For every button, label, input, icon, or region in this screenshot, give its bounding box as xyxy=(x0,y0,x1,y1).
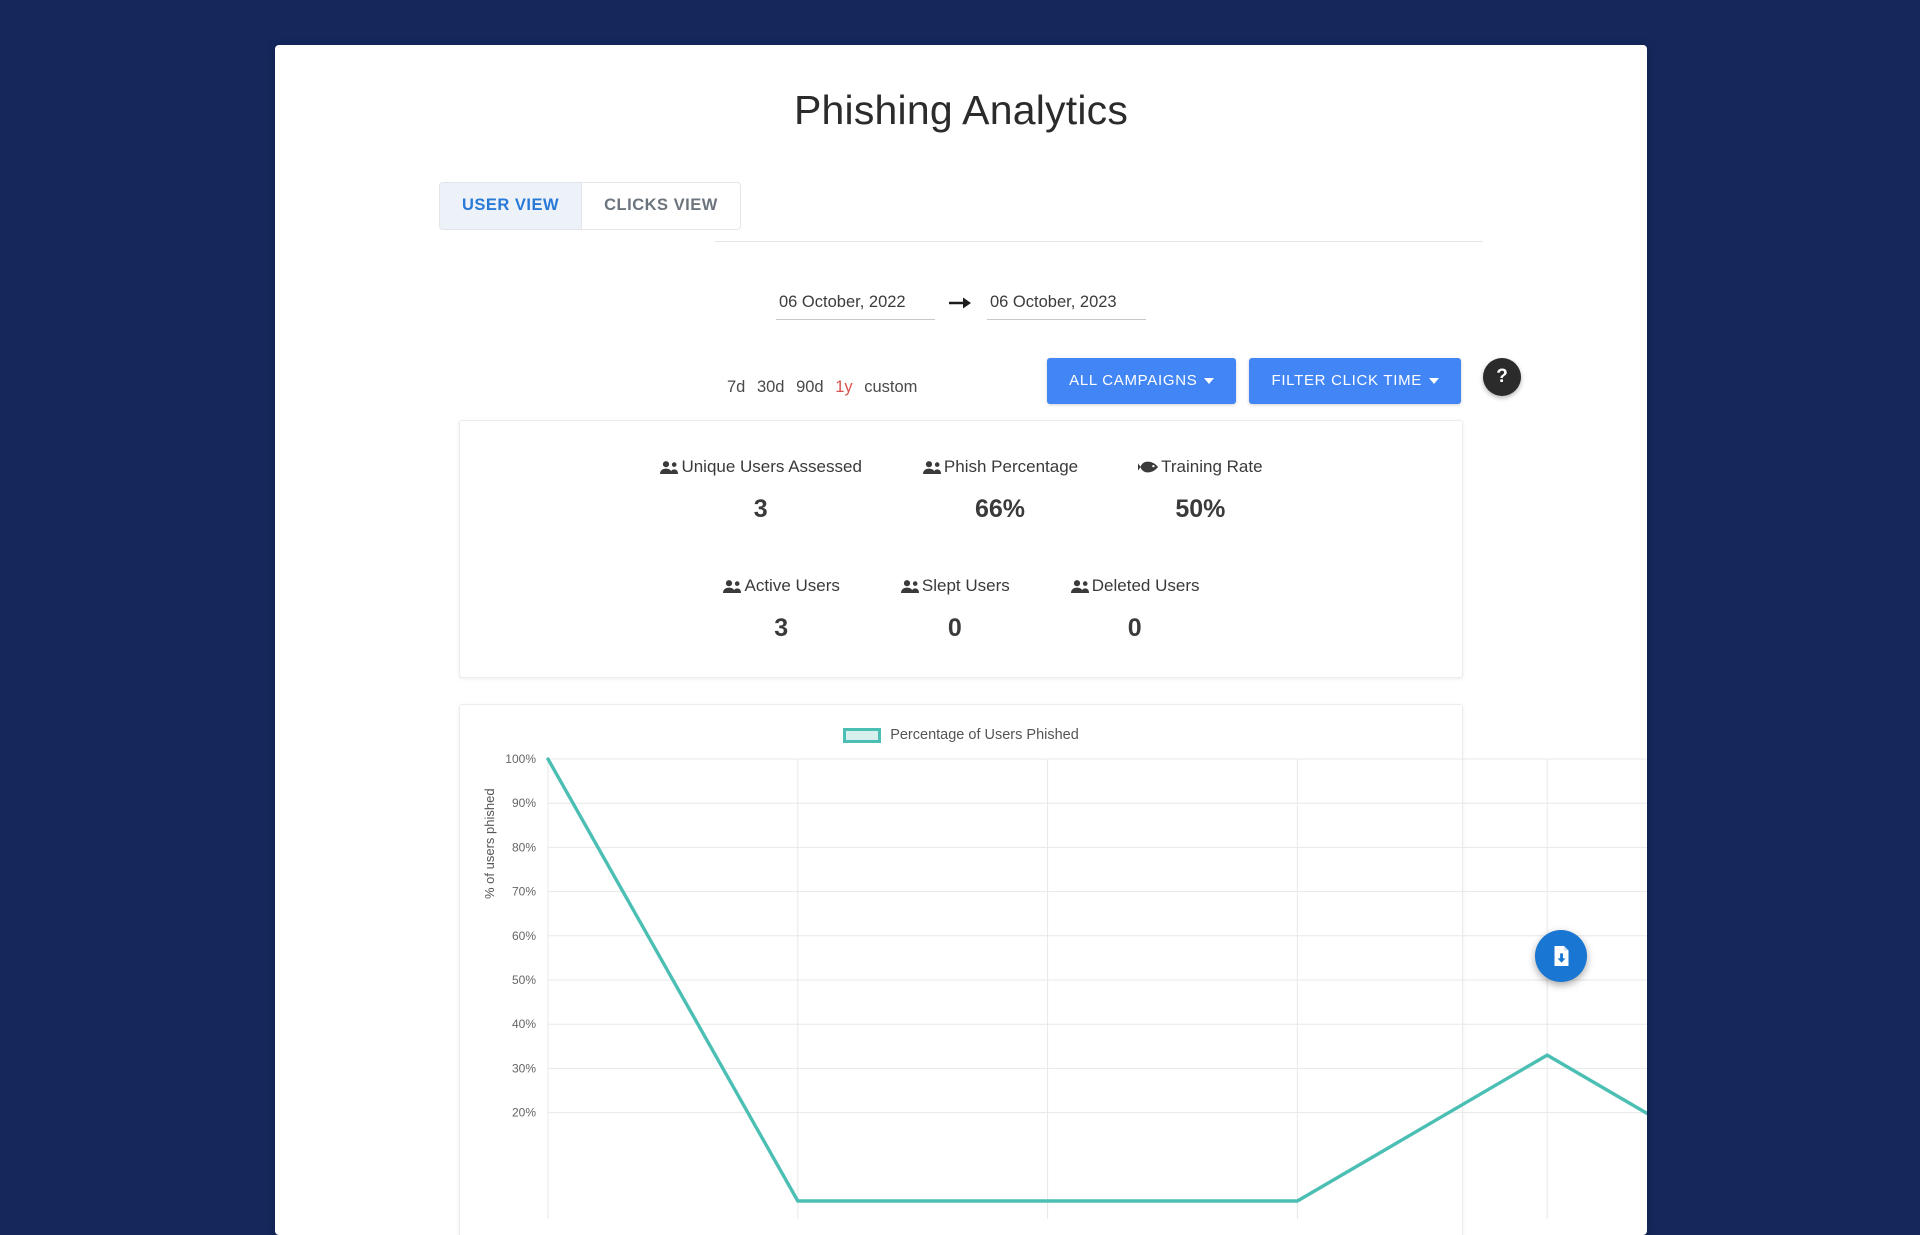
stat-label-text: Slept Users xyxy=(921,576,1010,595)
view-tabs: USER VIEW CLICKS VIEW xyxy=(275,182,1647,230)
quick-range-90d[interactable]: 90d xyxy=(796,378,824,396)
svg-text:80%: 80% xyxy=(512,840,536,854)
fish-icon xyxy=(1138,460,1159,474)
summary-stats-card: Unique Users Assessed 3 Phish Percentage xyxy=(459,420,1463,678)
download-document-icon xyxy=(1554,946,1569,966)
users-icon xyxy=(1070,579,1090,594)
svg-text:100%: 100% xyxy=(505,752,536,766)
stat-active-users: Active Users 3 xyxy=(692,576,869,643)
users-icon xyxy=(659,460,679,475)
filter-click-time-label: FILTER CLICK TIME xyxy=(1271,372,1422,389)
all-campaigns-button[interactable]: ALL CAMPAIGNS xyxy=(1047,358,1237,404)
stat-value: 0 xyxy=(947,614,962,642)
svg-text:20%: 20% xyxy=(512,1106,536,1120)
svg-text:30%: 30% xyxy=(512,1061,536,1075)
tab-clicks-view-label: CLICKS VIEW xyxy=(604,196,718,214)
tab-user-view[interactable]: USER VIEW xyxy=(440,183,582,229)
stat-value: 50% xyxy=(1175,495,1226,523)
analytics-page-card: Phishing Analytics USER VIEW CLICKS VIEW… xyxy=(275,45,1647,1235)
stat-label-text: Phish Percentage xyxy=(943,457,1079,476)
stat-value: 3 xyxy=(753,495,768,523)
help-button[interactable]: ? xyxy=(1483,358,1521,396)
quick-range-custom[interactable]: custom xyxy=(864,378,917,396)
stat-value: 66% xyxy=(975,495,1026,523)
chevron-down-icon xyxy=(1429,378,1439,385)
stat-label-text: Unique Users Assessed xyxy=(681,457,862,476)
stat-value: 0 xyxy=(1127,614,1142,642)
start-date-input[interactable]: 06 October, 2022 xyxy=(776,293,935,320)
svg-text:60%: 60% xyxy=(512,929,536,943)
stat-phish-percentage: Phish Percentage 66% xyxy=(892,457,1108,524)
chart-legend: Percentage of Users Phished xyxy=(460,727,1462,743)
controls-row: 7d 30d 90d 1y custom ALL CAMPAIGNS FILTE… xyxy=(275,358,1647,420)
quick-range-1y[interactable]: 1y xyxy=(835,378,852,396)
legend-label: Percentage of Users Phished xyxy=(890,727,1079,743)
stats-row-primary: Unique Users Assessed 3 Phish Percentage xyxy=(460,457,1462,524)
stat-value: 3 xyxy=(774,614,789,642)
legend-swatch xyxy=(843,727,882,743)
all-campaigns-label: ALL CAMPAIGNS xyxy=(1069,372,1198,389)
phishing-line-chart: 100% 90% 80% 70% 60% 50% 40% 30% 20% xyxy=(505,752,1647,1219)
stat-deleted-users: Deleted Users 0 xyxy=(1040,576,1230,643)
svg-text:50%: 50% xyxy=(512,973,536,987)
stat-training-rate: Training Rate 50% xyxy=(1108,457,1292,524)
stat-unique-users-assessed: Unique Users Assessed 3 xyxy=(629,457,891,524)
quick-range-selector: 7d 30d 90d 1y custom xyxy=(727,378,917,397)
svg-text:90%: 90% xyxy=(512,796,536,810)
stat-label-text: Deleted Users xyxy=(1091,576,1200,595)
filter-click-time-button[interactable]: FILTER CLICK TIME xyxy=(1249,358,1461,404)
download-report-button[interactable] xyxy=(1535,930,1587,982)
quick-range-7d[interactable]: 7d xyxy=(727,378,745,396)
page-title: Phishing Analytics xyxy=(793,87,1129,133)
filter-buttons: ALL CAMPAIGNS FILTER CLICK TIME xyxy=(1047,358,1461,404)
tab-user-view-label: USER VIEW xyxy=(462,196,560,214)
users-icon xyxy=(922,460,942,475)
stat-slept-users: Slept Users 0 xyxy=(870,576,1040,643)
phished-users-chart-card: Percentage of Users Phished % of users p… xyxy=(459,704,1647,1235)
tab-clicks-view[interactable]: CLICKS VIEW xyxy=(581,183,740,229)
range-arrow-icon xyxy=(949,293,973,314)
stat-label-text: Active Users xyxy=(744,576,840,595)
users-icon xyxy=(722,579,742,594)
svg-text:70%: 70% xyxy=(512,885,536,899)
stats-row-secondary: Active Users 3 Slept Users 0 Deleted Use… xyxy=(460,576,1462,643)
quick-range-30d[interactable]: 30d xyxy=(757,378,785,396)
end-date-input[interactable]: 06 October, 2023 xyxy=(987,293,1146,320)
users-icon xyxy=(900,579,920,594)
tabs-divider xyxy=(715,241,1483,242)
stat-label-text: Training Rate xyxy=(1161,457,1263,476)
date-range-picker: 06 October, 2022 06 October, 2023 xyxy=(275,293,1647,320)
svg-text:40%: 40% xyxy=(512,1017,536,1031)
y-axis-title: % of users phished xyxy=(482,788,497,899)
chevron-down-icon xyxy=(1204,378,1215,385)
chart-plot-area: % of users phished 100% 90% 80% 70% 60% 50% 40… xyxy=(460,749,1647,1219)
